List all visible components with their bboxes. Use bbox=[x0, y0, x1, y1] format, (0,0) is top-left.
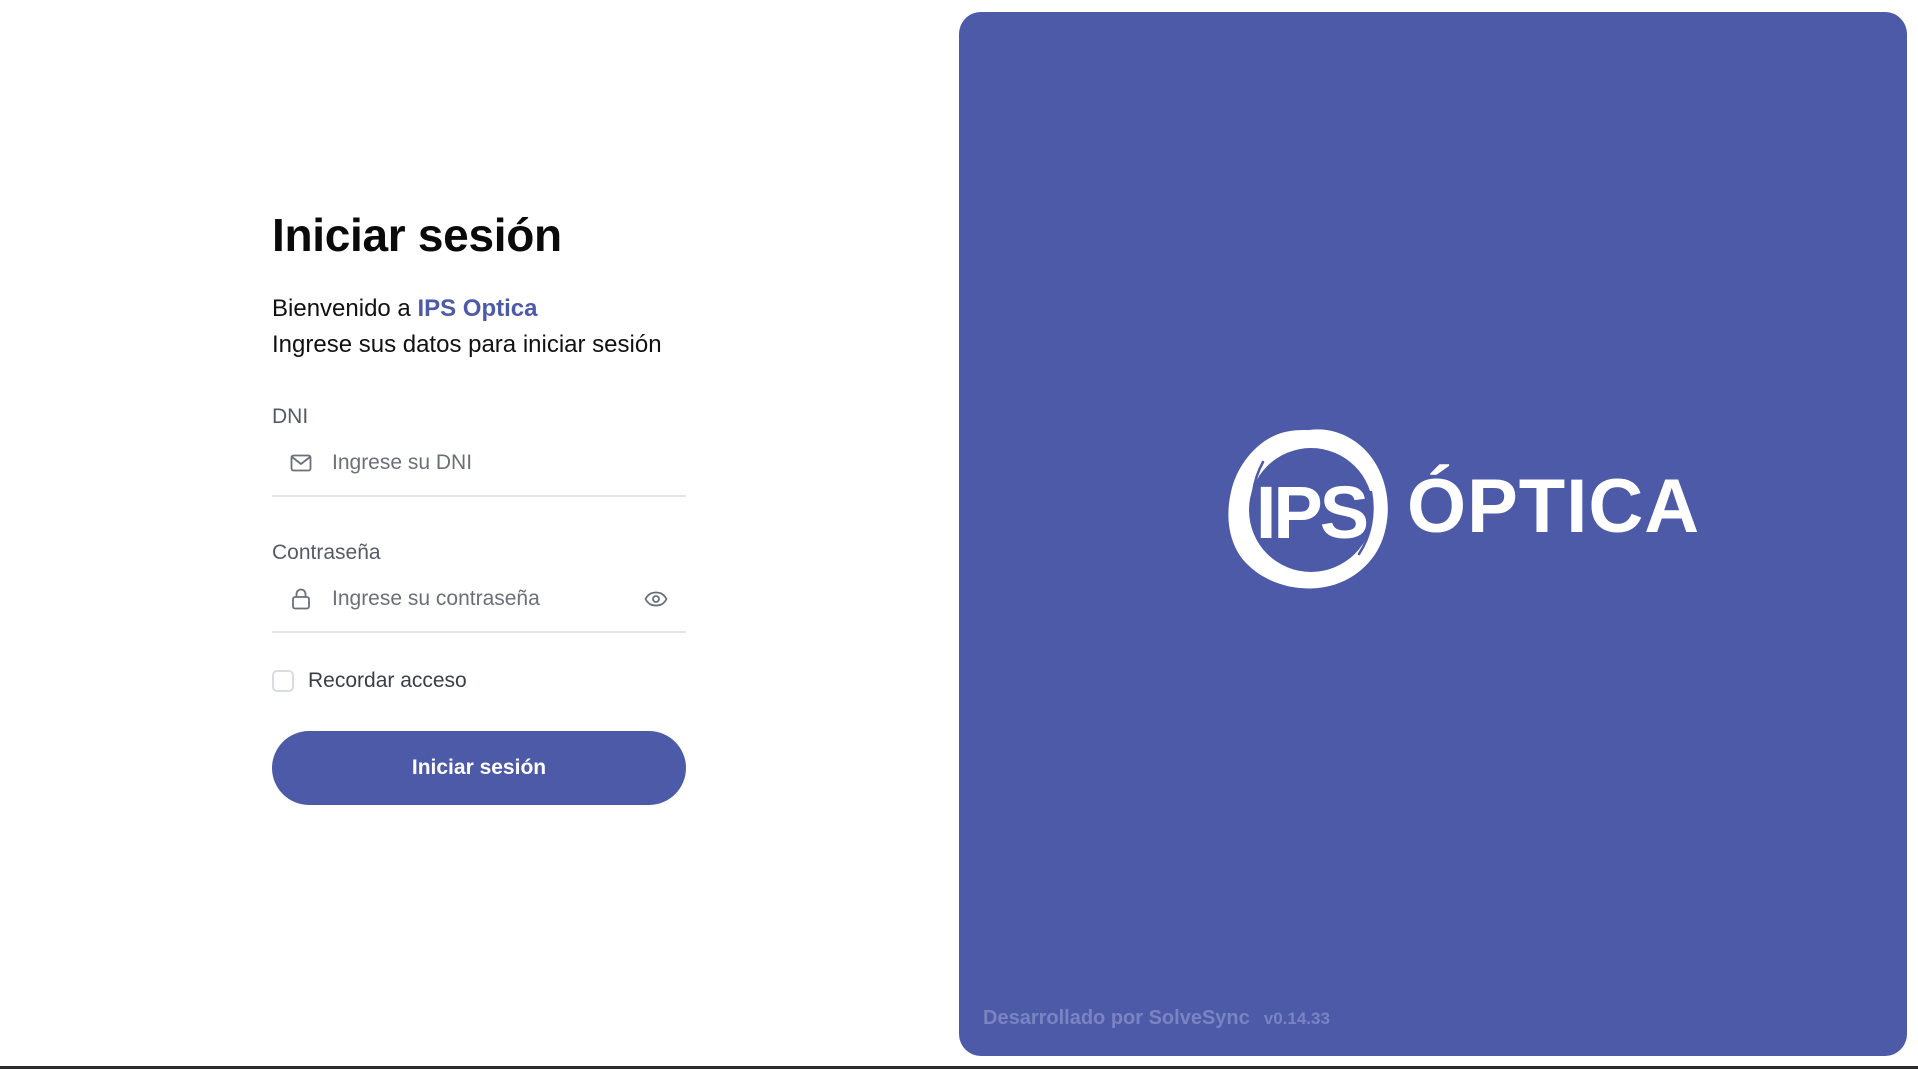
remember-row: Recordar acceso bbox=[272, 669, 686, 693]
login-button[interactable]: Iniciar sesión bbox=[272, 731, 686, 805]
developer-credit: Desarrollado por SolveSync bbox=[983, 1007, 1250, 1029]
dni-field bbox=[272, 431, 686, 497]
remember-label[interactable]: Recordar acceso bbox=[308, 669, 467, 693]
dni-input[interactable] bbox=[332, 443, 686, 483]
eye-icon[interactable] bbox=[642, 585, 670, 613]
welcome-text: Bienvenido a IPS Optica Ingrese sus dato… bbox=[272, 291, 686, 363]
page-title: Iniciar sesión bbox=[272, 209, 562, 261]
password-label: Contraseña bbox=[272, 541, 381, 564]
remember-checkbox[interactable] bbox=[272, 670, 294, 692]
version-label: v0.14.33 bbox=[1263, 1009, 1330, 1028]
panel-footer: Desarrollado por SolveSync v0.14.33 bbox=[983, 1007, 1330, 1030]
password-input[interactable] bbox=[332, 579, 642, 619]
logo-wordmark: ÓPTICA bbox=[1407, 464, 1701, 549]
login-page: Iniciar sesión Bienvenido a IPS Optica I… bbox=[0, 0, 1918, 1069]
subtitle: Ingrese sus datos para iniciar sesión bbox=[272, 331, 662, 358]
brand-name: IPS Optica bbox=[417, 295, 538, 322]
welcome-line: Bienvenido a IPS Optica bbox=[272, 291, 686, 327]
welcome-prefix: Bienvenido a bbox=[272, 295, 418, 322]
login-form: Iniciar sesión Bienvenido a IPS Optica I… bbox=[272, 205, 686, 805]
brand-logo: IPS ÓPTICA bbox=[1223, 422, 1700, 592]
mail-icon bbox=[288, 450, 314, 476]
logo-badge: IPS bbox=[1228, 429, 1388, 589]
password-field bbox=[272, 567, 686, 633]
lock-icon bbox=[288, 586, 314, 612]
dni-label: DNI bbox=[272, 405, 309, 428]
logo-mark-text: IPS bbox=[1256, 471, 1367, 554]
brand-panel: IPS ÓPTICA Desarrollado por SolveSync v0… bbox=[959, 12, 1907, 1056]
